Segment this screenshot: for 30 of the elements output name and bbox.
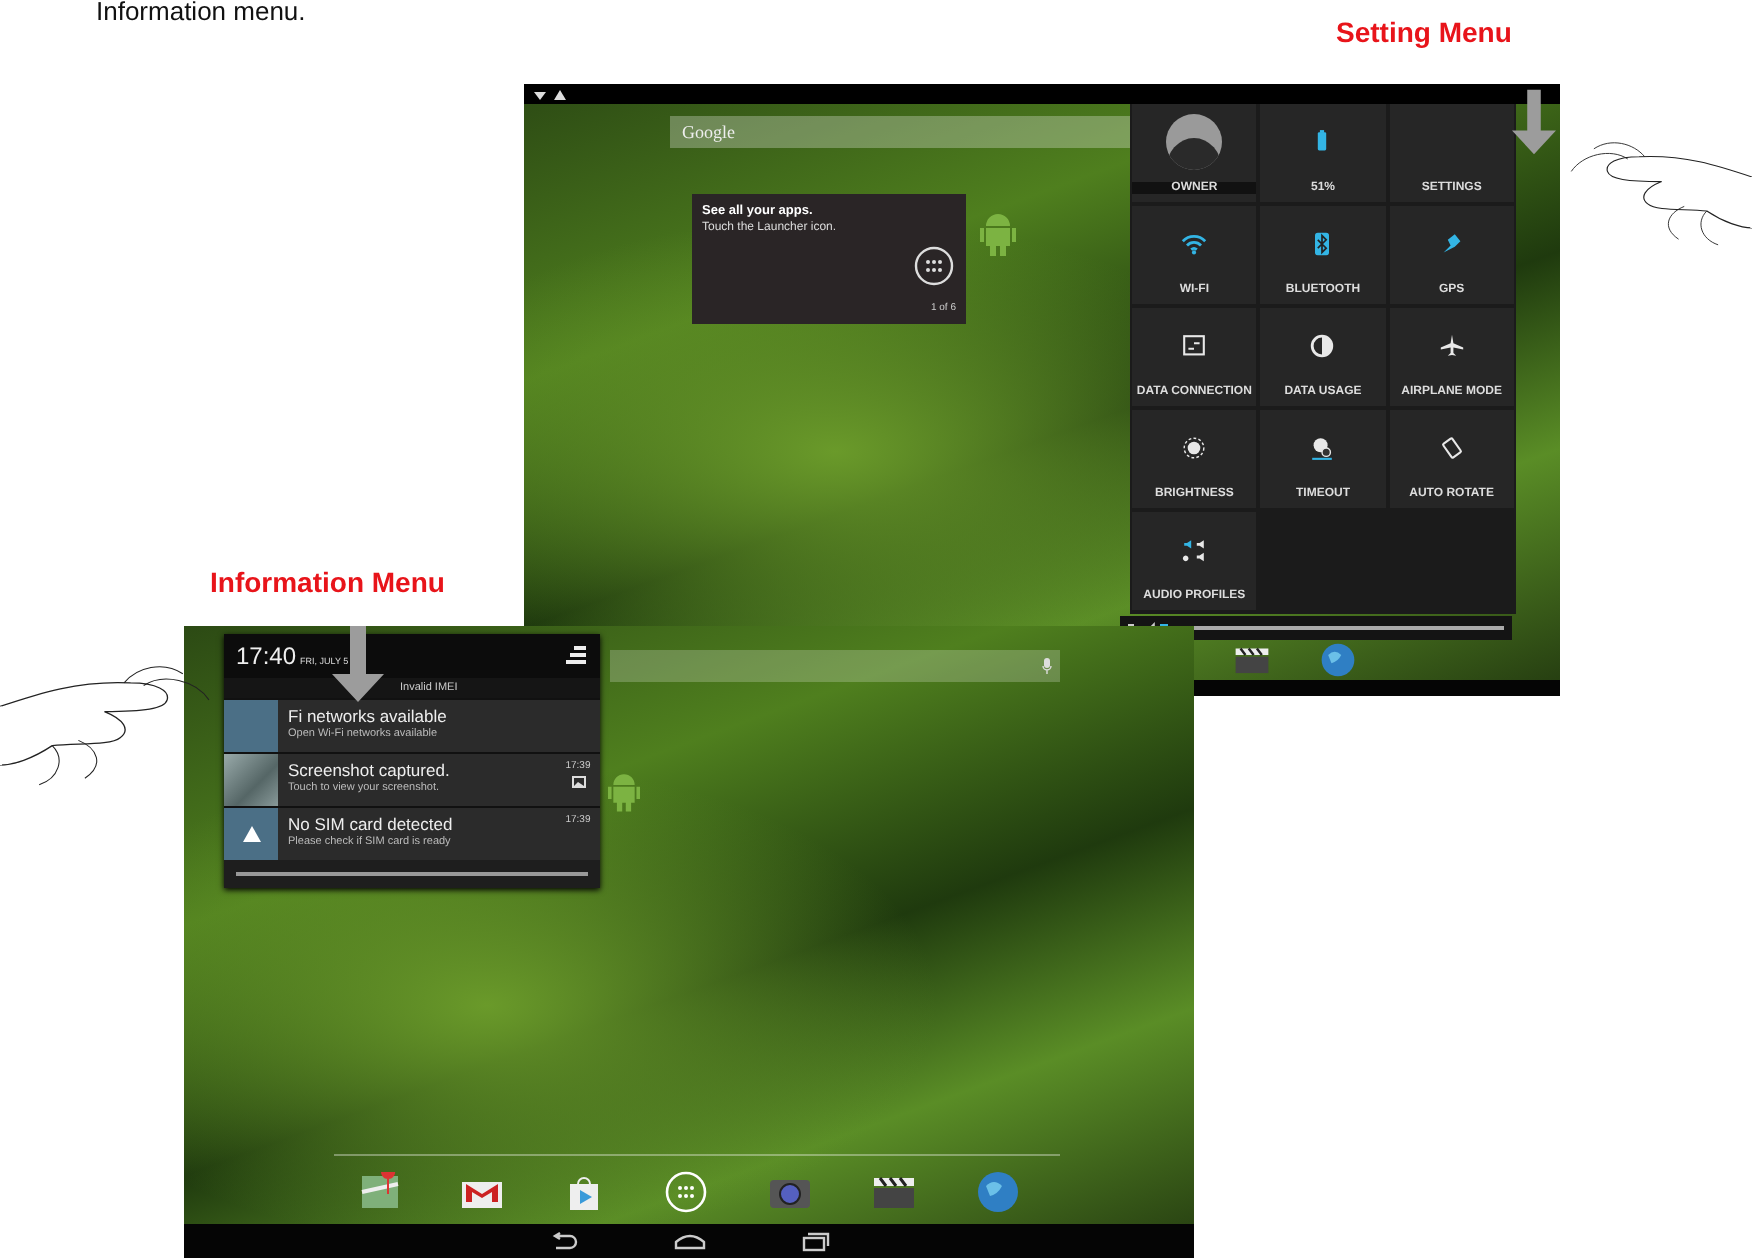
search-placeholder: Google bbox=[682, 122, 735, 142]
microphone-icon[interactable] bbox=[1042, 658, 1052, 674]
recents-icon[interactable] bbox=[801, 1231, 829, 1251]
clock: 17:40 bbox=[236, 642, 297, 670]
section-label: Information Menu bbox=[210, 566, 445, 598]
camera-icon[interactable] bbox=[768, 1174, 812, 1210]
globe-icon[interactable] bbox=[1320, 642, 1356, 678]
map-icon[interactable] bbox=[360, 1172, 400, 1212]
home-icon[interactable] bbox=[673, 1232, 705, 1250]
quick-settings-icon[interactable] bbox=[564, 646, 588, 666]
clapperboard-icon[interactable] bbox=[872, 1174, 916, 1210]
caption: Information menu. bbox=[96, 0, 306, 26]
globe-icon[interactable] bbox=[976, 1170, 1020, 1214]
launcher-icon[interactable] bbox=[914, 246, 954, 286]
warning-icon bbox=[554, 89, 566, 99]
section-label: Setting Menu bbox=[1336, 16, 1512, 48]
notification-title: No SIM card detected bbox=[288, 814, 455, 834]
back-icon[interactable] bbox=[549, 1232, 577, 1250]
down-arrow bbox=[1512, 84, 1556, 160]
notification-icon bbox=[224, 700, 278, 752]
avatar-placeholder bbox=[1166, 113, 1223, 169]
screenshot-thumbnail bbox=[224, 754, 278, 806]
notification-title: Fi networks available bbox=[288, 706, 449, 726]
notification-title: Screenshot captured. bbox=[288, 760, 452, 780]
clapperboard-icon[interactable] bbox=[1234, 642, 1270, 678]
warning-icon bbox=[224, 808, 278, 860]
android-robot-icon bbox=[608, 770, 640, 814]
image-icon bbox=[571, 776, 585, 788]
shopping-bag-icon[interactable] bbox=[564, 1172, 604, 1212]
android-robot-icon bbox=[980, 210, 1016, 258]
